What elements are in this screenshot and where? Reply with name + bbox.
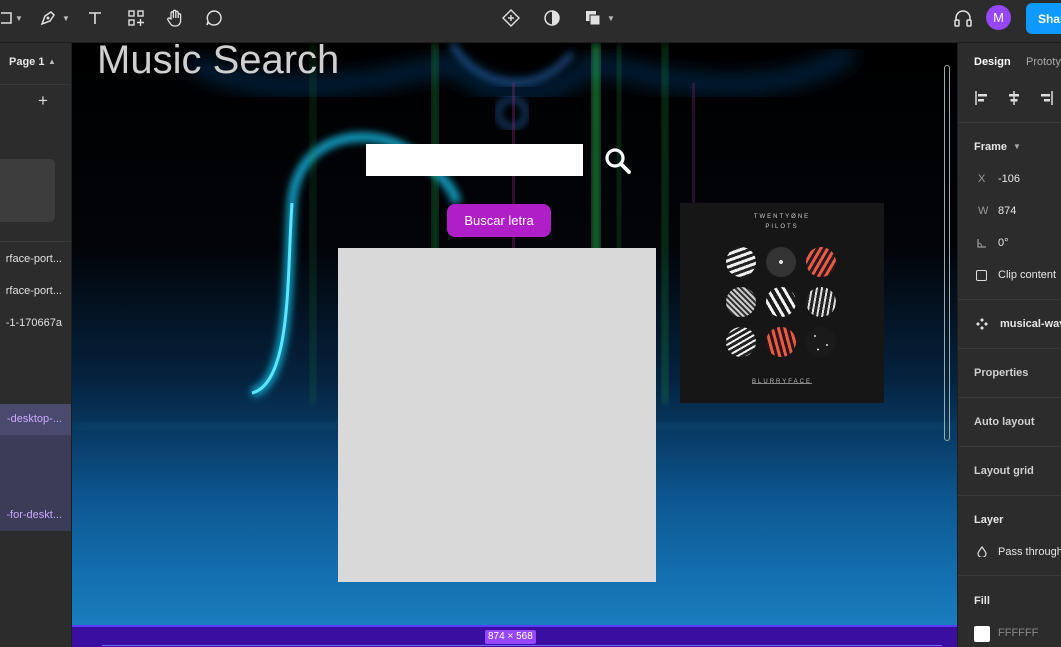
page-title: Music Search [97,43,340,82]
divider [958,397,1061,398]
album-circle [726,327,756,357]
component-icon[interactable] [501,0,521,36]
divider [102,645,942,646]
comment-icon[interactable] [204,0,224,36]
album-artist: TWENTYØNE [753,214,811,220]
album-circle [806,327,836,357]
divider [0,241,71,242]
layer-item[interactable]: rface-port... [0,285,71,299]
page-selector[interactable]: Page 1 [9,56,44,68]
layer-item-label: rface-port... [5,285,62,297]
album-cover: TWENTYØNE PILOTS BLURRYFACE [680,203,884,403]
layout-grid-section[interactable]: Layout grid [974,465,1034,477]
fill-hex-field[interactable]: FFFFFF [998,627,1038,639]
align-right-icon[interactable] [1038,90,1054,106]
blend-mode-icon [977,546,987,557]
divider [958,495,1061,496]
album-circle [726,287,756,317]
layer-item-label: -1-170667a [5,317,62,329]
top-toolbar: ▼ ▼ ▼ M Share [0,0,1061,43]
album-circle [806,247,836,277]
divider [958,348,1061,349]
pen-tool-icon[interactable] [38,0,58,36]
layer-item[interactable]: -desktop-... [0,413,71,427]
component-icon [976,318,988,330]
frame-size-badge: 874 × 568 [485,630,536,644]
search-icon[interactable] [602,145,634,177]
properties-panel: Design Prototype Frame ▼ X -106 W 874 0°… [957,43,1061,647]
clip-content-checkbox[interactable] [976,270,987,281]
chevron-down-icon[interactable]: ▼ [607,14,615,23]
tab-prototype[interactable]: Prototype [1026,56,1061,68]
fill-section[interactable]: Fill [974,595,990,607]
album-circle [806,287,836,317]
clip-content-label: Clip content [998,269,1057,281]
canvas[interactable]: Music Search Buscar letra TWENTYØNE PILO… [72,43,957,647]
page-thumbnail[interactable] [0,159,55,222]
contrast-icon[interactable] [542,0,562,36]
chevron-up-icon[interactable]: ▲ [48,57,56,66]
layer-item[interactable]: rface-port... [0,253,71,267]
album-circle [766,247,796,277]
component-name[interactable]: musical-wave [1000,318,1061,330]
text-tool-icon[interactable] [86,0,104,36]
album-circle [766,327,796,357]
album-circle [726,247,756,277]
share-button[interactable]: Share [1026,3,1061,34]
resources-icon[interactable] [126,0,146,36]
x-label: X [978,173,986,185]
layer-item[interactable]: -1-170667a [0,317,71,331]
divider [958,446,1061,447]
avatar[interactable]: M [986,5,1011,30]
blend-mode-select[interactable]: Pass through [998,546,1061,558]
album-title: BLURRYFACE [752,379,812,385]
tab-design[interactable]: Design [974,56,1011,68]
lyrics-box [338,248,656,582]
rotation-icon [977,239,986,248]
chevron-down-icon[interactable]: ▼ [62,14,70,23]
layer-section[interactable]: Layer [974,514,1003,526]
add-page-icon[interactable]: + [38,91,48,111]
chevron-down-icon[interactable]: ▼ [1013,142,1021,151]
design-frame[interactable]: Music Search Buscar letra TWENTYØNE PILO… [72,43,957,625]
layer-item-label: -desktop-... [6,413,62,425]
x-field[interactable]: -106 [998,173,1020,185]
divider [0,84,71,85]
properties-section[interactable]: Properties [974,367,1028,379]
w-field[interactable]: 874 [998,205,1016,217]
align-left-icon[interactable] [974,90,990,106]
frame-section-title[interactable]: Frame [974,141,1007,153]
auto-layout-section[interactable]: Auto layout [974,416,1035,428]
layers-panel: Page 1 ▲ + rface-port... rface-port... -… [0,43,72,647]
divider [958,299,1061,300]
scrollbar[interactable] [944,65,950,441]
layer-item-label: rface-port... [5,253,62,265]
layer-item-label: -for-deskt... [6,509,62,521]
frame-tool-icon[interactable] [0,0,14,36]
album-circle [766,287,796,317]
rotation-field[interactable]: 0° [998,237,1009,249]
layer-item[interactable]: -for-deskt... [0,509,71,523]
headphones-icon[interactable] [952,0,974,36]
divider [958,122,1061,123]
search-input[interactable] [366,144,583,176]
chevron-down-icon[interactable]: ▼ [15,14,23,23]
search-lyrics-button[interactable]: Buscar letra [447,204,551,237]
w-label: W [978,205,989,217]
album-artist-line2: PILOTS [765,224,799,230]
boolean-ops-icon[interactable] [583,0,603,36]
fill-swatch[interactable] [974,626,990,642]
figma-app: ▼ ▼ ▼ M Share [0,0,1061,647]
hand-tool-icon[interactable] [164,0,186,36]
align-center-icon[interactable] [1006,90,1022,106]
divider [958,575,1061,576]
